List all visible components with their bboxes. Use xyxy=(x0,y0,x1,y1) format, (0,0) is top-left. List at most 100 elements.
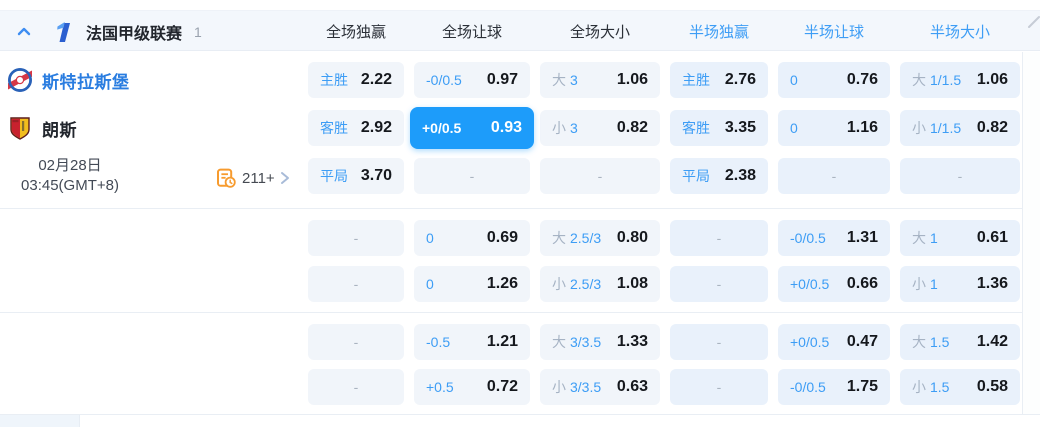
odds-cell[interactable]: -0/0.5 0.97 xyxy=(414,62,530,98)
column-header-4[interactable]: 半场独赢 xyxy=(670,11,768,52)
handicap-line: +0.5 xyxy=(426,379,454,395)
odds-cell[interactable]: +0/0.5 0.47 xyxy=(778,324,890,360)
column-header-6[interactable]: 半场大小 xyxy=(900,11,1020,52)
handicap-line: +0/0.5 xyxy=(790,276,830,292)
odds-cell[interactable]: 小 1 1.36 xyxy=(900,266,1020,302)
odds-value: 1.08 xyxy=(616,275,648,292)
odds-cell[interactable]: 大 2.5/3 0.80 xyxy=(540,220,660,256)
home-team-row[interactable]: 斯特拉斯堡 xyxy=(0,62,300,98)
handicap-line: 0 xyxy=(426,230,434,246)
match-history-icon xyxy=(216,168,237,189)
total-line: 小1 xyxy=(912,276,938,292)
column-header-5[interactable]: 半场让球 xyxy=(778,11,890,52)
league-match-count: 1 xyxy=(194,23,202,40)
odds-cell: - xyxy=(308,266,404,302)
match-datetime: 02月28日 03:45(GMT+8) xyxy=(0,156,140,196)
odds-cell[interactable]: 大 3/3.5 1.33 xyxy=(540,324,660,360)
handicap-line: -0/0.5 xyxy=(790,379,826,395)
more-markets-link[interactable]: 211+ xyxy=(216,166,291,190)
empty-odds: - xyxy=(831,168,837,184)
odds-cell[interactable]: 客胜 2.92 xyxy=(308,110,404,146)
handicap-line: -0.5 xyxy=(426,334,451,350)
odds-cell[interactable]: 小 1.5 0.58 xyxy=(900,369,1020,405)
odds-value: 3.70 xyxy=(360,167,392,184)
odds-cell[interactable]: 平局 3.70 xyxy=(308,158,404,194)
total-line: 大1 xyxy=(912,230,938,246)
odds-cell[interactable]: 大 1.5 1.42 xyxy=(900,324,1020,360)
total-line: 大 1.5 xyxy=(912,334,950,350)
odds-cell[interactable]: 大 1/1.5 1.06 xyxy=(900,62,1020,98)
odds-value: 0.82 xyxy=(616,119,648,136)
odds-cell[interactable]: 0 0.69 xyxy=(414,220,530,256)
right-gutter xyxy=(1022,52,1040,414)
odds-cell: - xyxy=(670,220,768,256)
chevron-up-icon[interactable] xyxy=(14,22,34,42)
home-team-name[interactable]: 斯特拉斯堡 xyxy=(42,68,130,93)
odds-cell[interactable]: +0.5 0.72 xyxy=(414,369,530,405)
outcome-label: 主胜 xyxy=(682,72,710,88)
odds-value: 1.06 xyxy=(616,71,648,88)
odds-value: 1.42 xyxy=(976,333,1008,350)
odds-cell[interactable]: -0/0.5 1.31 xyxy=(778,220,890,256)
empty-odds: - xyxy=(353,276,359,292)
odds-value: 0.76 xyxy=(846,71,878,88)
outcome-label: 主胜 xyxy=(320,72,348,88)
odds-cell[interactable]: 0 1.26 xyxy=(414,266,530,302)
empty-odds: - xyxy=(716,276,722,292)
column-header-1[interactable]: 全场独赢 xyxy=(308,11,404,52)
odds-value: 2.38 xyxy=(724,167,756,184)
odds-cell[interactable]: 主胜 2.76 xyxy=(670,62,768,98)
odds-cell[interactable]: 大 1 0.61 xyxy=(900,220,1020,256)
odds-value: 0.72 xyxy=(486,378,518,395)
outcome-label: 平局 xyxy=(320,168,348,184)
outcome-label: 客胜 xyxy=(682,120,710,136)
odds-value: 0.93 xyxy=(490,119,522,136)
odds-value: 1.31 xyxy=(846,229,878,246)
odds-cell[interactable]: 小 3/3.5 0.63 xyxy=(540,369,660,405)
odds-value: 1.06 xyxy=(976,71,1008,88)
odds-cell: - xyxy=(308,220,404,256)
odds-cell[interactable]: 平局 2.38 xyxy=(670,158,768,194)
odds-value: 0.61 xyxy=(976,229,1008,246)
odds-cell: - xyxy=(900,158,1020,194)
empty-odds: - xyxy=(716,379,722,395)
odds-cell[interactable]: +0/0.5 0.93 xyxy=(410,107,534,149)
away-team-name[interactable]: 朗斯 xyxy=(42,116,77,141)
markets-count: 211+ xyxy=(242,169,275,187)
odds-cell[interactable]: 大 3 1.06 xyxy=(540,62,660,98)
odds-value: 0.47 xyxy=(846,333,878,350)
odds-cell: - xyxy=(540,158,660,194)
group-separator xyxy=(0,312,1040,313)
odds-cell: - xyxy=(670,266,768,302)
column-header-3[interactable]: 全场大小 xyxy=(540,11,660,52)
odds-cell: - xyxy=(414,158,530,194)
odds-cell[interactable]: +0/0.5 0.66 xyxy=(778,266,890,302)
odds-cell[interactable]: 小 2.5/3 1.08 xyxy=(540,266,660,302)
handicap-line: 0 xyxy=(790,120,798,136)
away-team-row[interactable]: 朗斯 xyxy=(0,110,300,146)
odds-value: 1.36 xyxy=(976,275,1008,292)
column-header-2[interactable]: 全场让球 xyxy=(414,11,530,52)
league-header-bar: 法国甲级联赛 1 全场独赢 全场让球 全场大小 半场独赢 半场让球 半场大小 xyxy=(0,10,1040,51)
odds-value: 0.69 xyxy=(486,229,518,246)
odds-cell[interactable]: -0/0.5 1.75 xyxy=(778,369,890,405)
odds-cell[interactable]: 0 1.16 xyxy=(778,110,890,146)
odds-cell[interactable]: -0.5 1.21 xyxy=(414,324,530,360)
empty-odds: - xyxy=(597,168,603,184)
next-section-left-block xyxy=(0,415,80,427)
odds-value: 0.58 xyxy=(976,378,1008,395)
match-date: 02月28日 xyxy=(38,157,102,174)
handicap-line: +0/0.5 xyxy=(790,334,830,350)
odds-cell[interactable]: 客胜 3.35 xyxy=(670,110,768,146)
odds-cell[interactable]: 0 0.76 xyxy=(778,62,890,98)
league-name[interactable]: 法国甲级联赛 xyxy=(86,20,182,44)
odds-value: 1.26 xyxy=(486,275,518,292)
odds-cell[interactable]: 小 3 0.82 xyxy=(540,110,660,146)
total-line: 小 1/1.5 xyxy=(912,120,962,136)
total-line: 大 1/1.5 xyxy=(912,72,962,88)
total-line: 小 1.5 xyxy=(912,379,950,395)
next-section-strip xyxy=(0,415,1040,427)
odds-cell[interactable]: 主胜 2.22 xyxy=(308,62,404,98)
odds-value: 0.63 xyxy=(616,378,648,395)
odds-cell[interactable]: 小 1/1.5 0.82 xyxy=(900,110,1020,146)
